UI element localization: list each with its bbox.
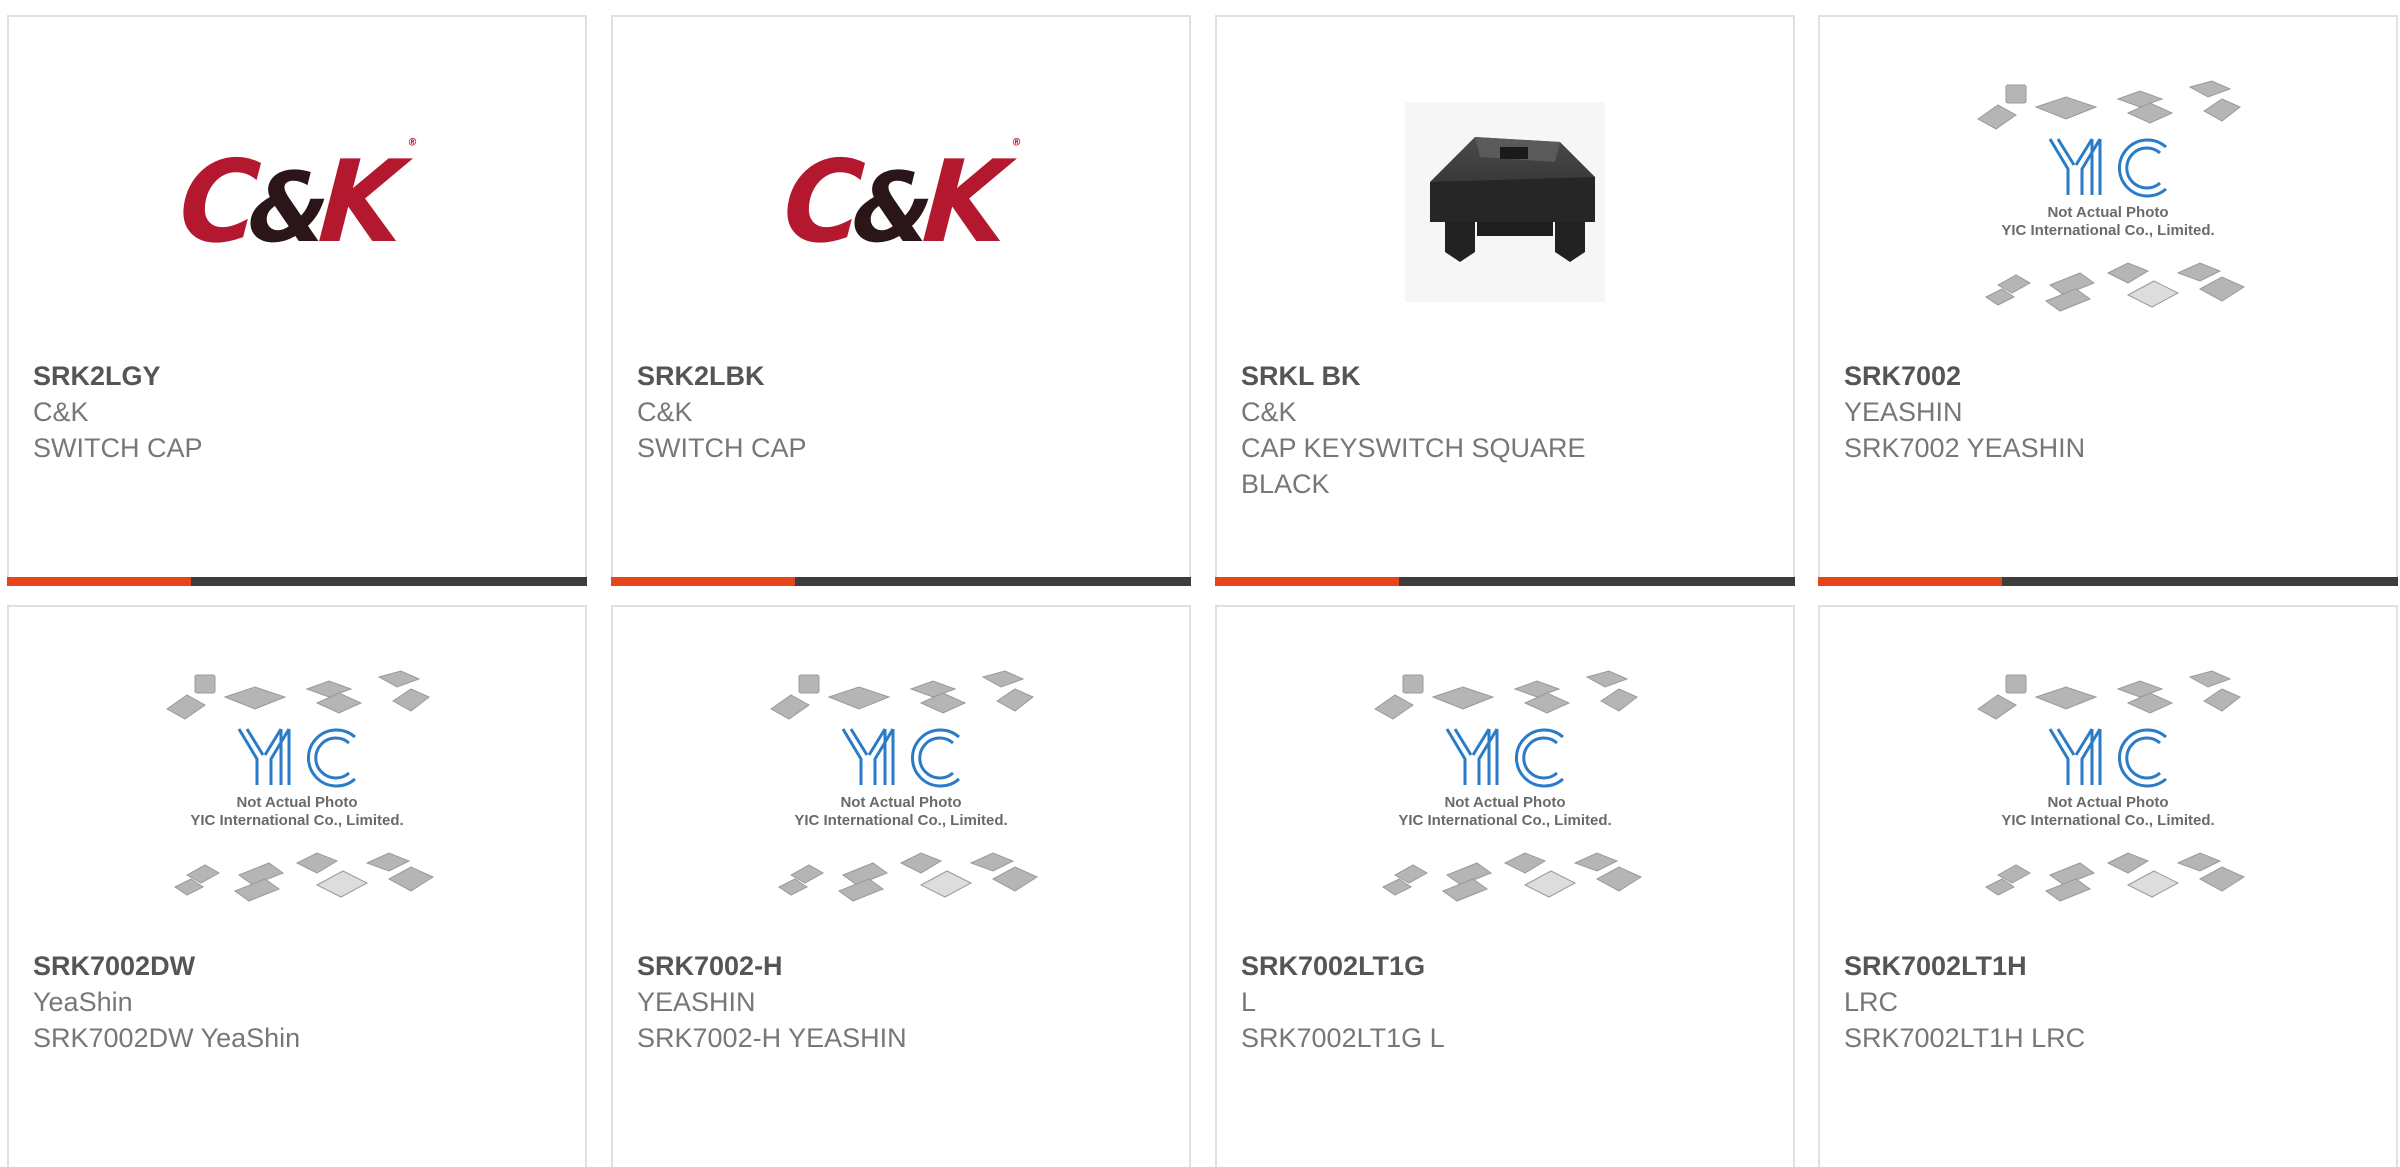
description: SRK7002LT1G L — [1241, 1023, 1445, 1053]
product-card[interactable]: Not Actual Photo YIC International Co., … — [7, 605, 587, 1167]
product-info: SRK2LBK C&K SWITCH CAP — [637, 358, 1165, 466]
yic-caption-line1: Not Actual Photo — [236, 794, 357, 811]
product-image[interactable]: Not Actual Photo YIC International Co., … — [9, 667, 585, 917]
part-number-link[interactable]: SRK7002 — [1844, 358, 2372, 394]
manufacturer: YEASHIN — [1844, 397, 1963, 427]
yic-placeholder-image: Not Actual Photo YIC International Co., … — [166, 670, 435, 902]
product-image[interactable]: Not Actual Photo YIC International Co., … — [1820, 77, 2396, 327]
product-card[interactable]: C&K ® SRK2LGY C&K SWITCH CAP — [7, 15, 587, 586]
product-image[interactable]: C&K ® — [9, 77, 585, 327]
manufacturer: C&K — [637, 397, 693, 427]
yic-caption-line1: Not Actual Photo — [2047, 204, 2168, 221]
yic-placeholder-image: Not Actual Photo YIC International Co., … — [770, 670, 1039, 902]
product-image[interactable]: Not Actual Photo YIC International Co., … — [1217, 667, 1793, 917]
product-info: SRKL BK C&K CAP KEYSWITCH SQUARE BLACK — [1241, 358, 1769, 502]
yic-caption-line2: YIC International Co., Limited. — [1398, 812, 1611, 829]
product-info: SRK7002LT1H LRC SRK7002LT1H LRC — [1844, 948, 2372, 1056]
card-accent-bar — [7, 577, 587, 586]
product-card[interactable]: SRKL BK C&K CAP KEYSWITCH SQUARE BLACK — [1215, 15, 1795, 586]
product-info: SRK7002-H YEASHIN SRK7002-H YEASHIN — [637, 948, 1165, 1056]
product-card[interactable]: Not Actual Photo YIC International Co., … — [1818, 15, 2398, 586]
card-accent-highlight — [1818, 577, 2002, 586]
yic-placeholder-image: Not Actual Photo YIC International Co., … — [1977, 670, 2246, 902]
description: SWITCH CAP — [33, 433, 203, 463]
product-info: SRK7002 YEASHIN SRK7002 YEASHIN — [1844, 358, 2372, 466]
ck-logo: C&K ® — [779, 136, 1023, 268]
description: SRK7002-H YEASHIN — [637, 1023, 907, 1053]
part-number-link[interactable]: SRK7002LT1H — [1844, 948, 2372, 984]
yic-caption-line1: Not Actual Photo — [1444, 794, 1565, 811]
card-accent-highlight — [7, 577, 191, 586]
manufacturer: C&K — [33, 397, 89, 427]
description: SRK7002DW YeaShin — [33, 1023, 301, 1053]
yic-placeholder-image: Not Actual Photo YIC International Co., … — [1977, 80, 2246, 312]
product-card[interactable]: C&K ® SRK2LBK C&K SWITCH CAP — [611, 15, 1191, 586]
description: SWITCH CAP — [637, 433, 807, 463]
part-number-link[interactable]: SRK7002-H — [637, 948, 1165, 984]
product-image[interactable]: Not Actual Photo YIC International Co., … — [613, 667, 1189, 917]
yic-caption-line2: YIC International Co., Limited. — [2001, 812, 2214, 829]
card-accent-highlight — [611, 577, 795, 586]
product-card[interactable]: Not Actual Photo YIC International Co., … — [1818, 605, 2398, 1167]
product-image[interactable]: C&K ® — [613, 77, 1189, 327]
yic-caption-line2: YIC International Co., Limited. — [190, 812, 403, 829]
part-number-link[interactable]: SRK7002DW — [33, 948, 561, 984]
manufacturer: LRC — [1844, 987, 1899, 1017]
product-info: SRK7002DW YeaShin SRK7002DW YeaShin — [33, 948, 561, 1056]
part-number-link[interactable]: SRK2LGY — [33, 358, 561, 394]
product-image[interactable]: Not Actual Photo YIC International Co., … — [1820, 667, 2396, 917]
product-image[interactable] — [1217, 77, 1793, 327]
manufacturer: YEASHIN — [637, 987, 756, 1017]
description: CAP KEYSWITCH SQUARE BLACK — [1241, 433, 1586, 499]
product-card[interactable]: Not Actual Photo YIC International Co., … — [611, 605, 1191, 1167]
yic-caption-line1: Not Actual Photo — [2047, 794, 2168, 811]
manufacturer: L — [1241, 987, 1257, 1017]
part-number-link[interactable]: SRK2LBK — [637, 358, 1165, 394]
card-accent-bar — [611, 577, 1191, 586]
yic-caption-line2: YIC International Co., Limited. — [794, 812, 1007, 829]
product-card[interactable]: Not Actual Photo YIC International Co., … — [1215, 605, 1795, 1167]
product-info: SRK7002LT1G L SRK7002LT1G L — [1241, 948, 1769, 1056]
description: SRK7002LT1H LRC — [1844, 1023, 2086, 1053]
keyswitch-cap-photo — [1405, 102, 1605, 302]
card-accent-bar — [1818, 577, 2398, 586]
ck-logo: C&K ® — [175, 136, 419, 268]
yic-placeholder-image: Not Actual Photo YIC International Co., … — [1374, 670, 1643, 902]
manufacturer: C&K — [1241, 397, 1297, 427]
yic-caption-line2: YIC International Co., Limited. — [2001, 222, 2214, 239]
product-info: SRK2LGY C&K SWITCH CAP — [33, 358, 561, 466]
part-number-link[interactable]: SRKL BK — [1241, 358, 1769, 394]
yic-caption-line1: Not Actual Photo — [840, 794, 961, 811]
product-grid: C&K ® SRK2LGY C&K SWITCH CAP C&K ® SRK2LBK C&… — [0, 0, 2400, 1167]
part-number-link[interactable]: SRK7002LT1G — [1241, 948, 1769, 984]
manufacturer: YeaShin — [33, 987, 133, 1017]
description: SRK7002 YEASHIN — [1844, 433, 2086, 463]
card-accent-bar — [1215, 577, 1795, 586]
card-accent-highlight — [1215, 577, 1399, 586]
